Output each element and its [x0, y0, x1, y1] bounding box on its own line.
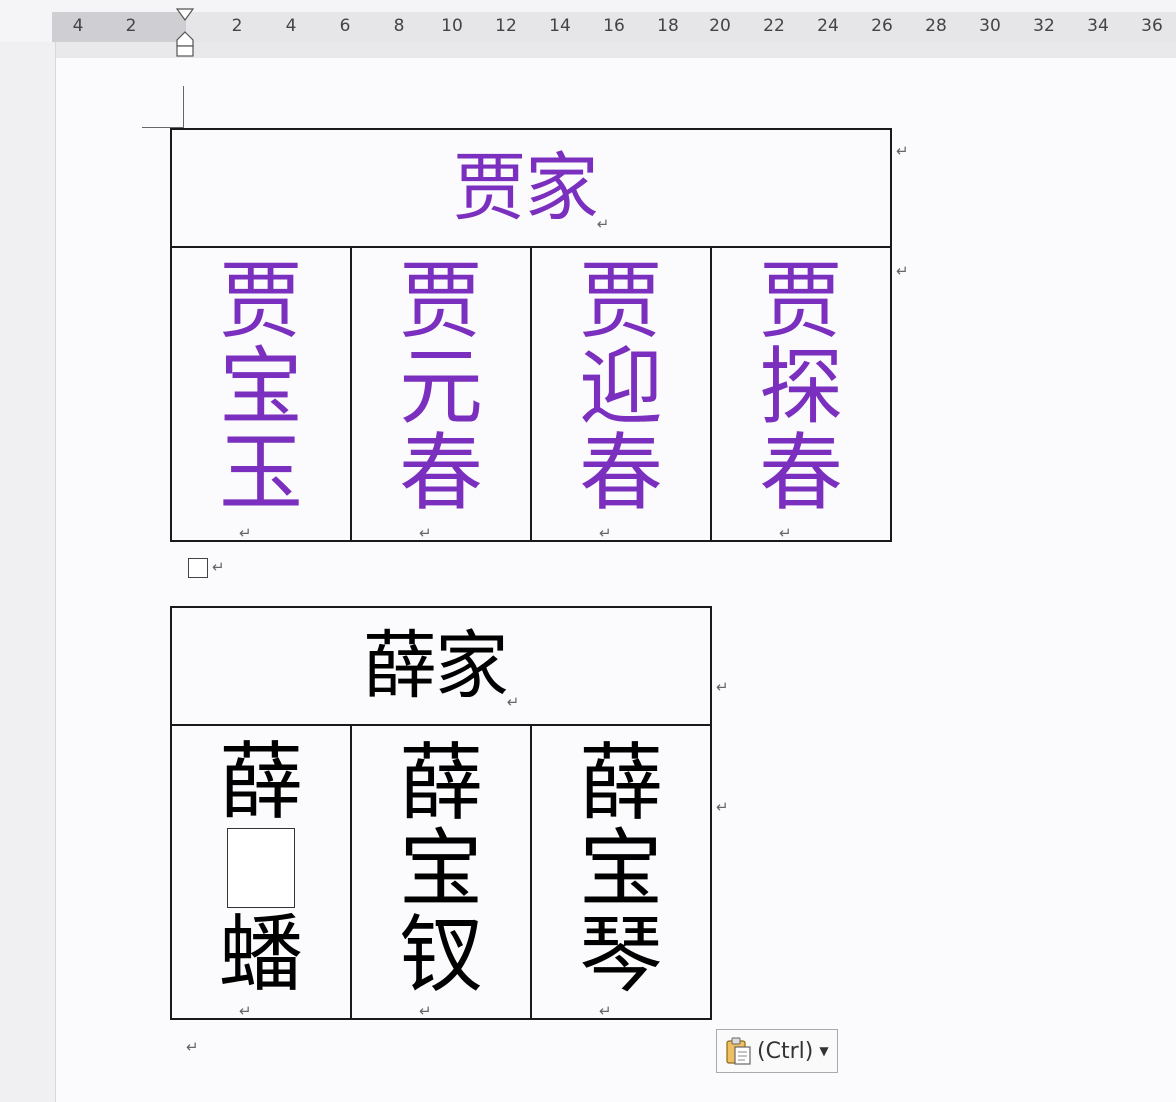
horizontal-ruler[interactable]: 4 2 2 4 6 8 10 12 14 16 18 20 22 24 26 2… [0, 0, 1176, 57]
table-cell[interactable]: 贾宝玉 ↵ [170, 246, 352, 542]
ruler-number: 16 [603, 16, 625, 36]
person-name: 贾探春 [759, 252, 844, 522]
ruler-number: 22 [763, 16, 785, 36]
person-name: 薛宝钗 [399, 734, 484, 1004]
paragraph-mark: ↵ [506, 693, 520, 711]
paragraph-mark: ↵ [186, 1038, 199, 1056]
person-name: 薛宝琴 [579, 734, 664, 1004]
row-end-mark: ↵ [896, 142, 909, 160]
table-cell[interactable]: 薛宝钗 ↵ [350, 724, 532, 1020]
table-title: 贾家 [452, 145, 599, 231]
cell-end-mark: ↵ [599, 524, 612, 542]
cell-end-mark: ↵ [779, 524, 792, 542]
person-name-char: 薛 [219, 733, 304, 831]
ruler-number: 26 [871, 16, 893, 36]
checkbox-glyph [188, 558, 208, 578]
table-header-cell[interactable]: 贾家↵ [169, 128, 893, 248]
table-cell[interactable]: 薛宝琴 ↵ [530, 724, 712, 1020]
paste-options-button[interactable]: (Ctrl) ▼ [716, 1029, 838, 1073]
ruler-number: 10 [441, 16, 463, 36]
missing-glyph-box [227, 828, 295, 908]
person-name: 贾元春 [399, 252, 484, 522]
cell-end-mark: ↵ [239, 1002, 252, 1020]
row-end-mark: ↵ [896, 262, 909, 280]
dropdown-arrow-icon: ▼ [819, 1044, 829, 1058]
ruler-number: 36 [1141, 16, 1163, 36]
paragraph-mark: ↵ [596, 215, 610, 233]
ruler-number: 30 [979, 16, 1001, 36]
vertical-ruler-area [0, 42, 56, 1102]
ruler-number: 2 [125, 16, 137, 36]
ruler-number: 32 [1033, 16, 1055, 36]
ruler-number: 14 [549, 16, 571, 36]
ruler-number: 24 [817, 16, 839, 36]
ruler-number: 12 [495, 16, 517, 36]
table-cell[interactable]: 贾元春 ↵ [350, 246, 532, 542]
ruler-number: 8 [393, 16, 405, 36]
table-title: 薛家 [362, 623, 509, 709]
person-name-char: 蟠 [219, 905, 304, 1003]
text-boundary-corner [183, 86, 184, 128]
person-name: 贾迎春 [579, 252, 664, 522]
ruler-number: 28 [925, 16, 947, 36]
ruler-number: 2 [231, 16, 243, 36]
table-header-cell[interactable]: 薛家↵ [170, 606, 712, 726]
row-end-mark: ↵ [716, 798, 729, 816]
table-cell[interactable]: 贾迎春 ↵ [530, 246, 712, 542]
table-jia-family[interactable]: 贾家↵ 贾宝玉 ↵ 贾元春 ↵ 贾迎春 ↵ 贾探春 ↵ [169, 128, 893, 542]
paragraph-mark: ↵ [212, 558, 225, 576]
ruler-number: 6 [339, 16, 351, 36]
cell-end-mark: ↵ [239, 524, 252, 542]
ruler-number: 34 [1087, 16, 1109, 36]
ruler-number: 4 [285, 16, 297, 36]
person-name: 贾宝玉 [219, 252, 304, 522]
paste-options-label: (Ctrl) [757, 1038, 814, 1064]
table-cell[interactable]: 贾探春 ↵ [709, 246, 893, 542]
table-cell[interactable]: 薛 蟠 ↵ [170, 724, 352, 1020]
ruler-number: 18 [657, 16, 679, 36]
table-xue-family[interactable]: 薛家↵ 薛 蟠 ↵ 薛宝钗 ↵ 薛宝琴 ↵ [170, 606, 712, 1020]
row-end-mark: ↵ [716, 678, 729, 696]
cell-end-mark: ↵ [599, 1002, 612, 1020]
ruler-number: 4 [72, 16, 84, 36]
clipboard-icon [726, 1037, 751, 1065]
indent-marker-icon[interactable] [176, 8, 194, 58]
cell-end-mark: ↵ [419, 524, 432, 542]
ruler-number: 20 [709, 16, 731, 36]
cell-end-mark: ↵ [419, 1002, 432, 1020]
